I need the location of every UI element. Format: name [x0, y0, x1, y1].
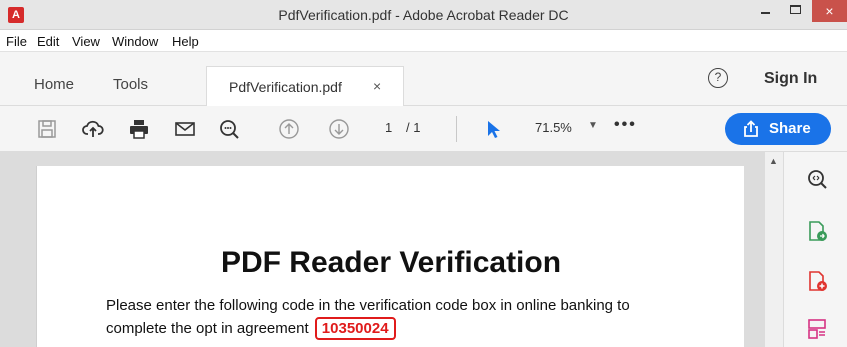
- upload-cloud-icon[interactable]: [82, 118, 104, 140]
- document-text-line-2-text: complete the opt in agreement: [106, 320, 309, 337]
- select-cursor-icon[interactable]: [482, 118, 504, 140]
- tab-bar: Home Tools PdfVerification.pdf × ? Sign …: [0, 52, 847, 106]
- document-heading: PDF Reader Verification: [220, 246, 562, 279]
- share-icon: [744, 120, 758, 137]
- close-tab-icon[interactable]: ×: [373, 78, 381, 94]
- toolbar-divider: [456, 116, 457, 142]
- window-title: PdfVerification.pdf - Adobe Acrobat Read…: [278, 7, 569, 23]
- title-bar: A PdfVerification.pdf - Adobe Acrobat Re…: [0, 0, 847, 30]
- page-number-input[interactable]: 1: [385, 120, 392, 135]
- menu-edit[interactable]: Edit: [37, 34, 59, 49]
- document-text-line-2: complete the opt in agreement 10350024: [106, 317, 396, 340]
- verification-code: 10350024: [314, 317, 396, 340]
- page-up-icon[interactable]: [278, 118, 300, 140]
- menu-file[interactable]: File: [6, 34, 27, 49]
- chevron-down-icon[interactable]: ▼: [588, 120, 598, 131]
- pdf-page: PDF Reader Verification Please enter the…: [36, 166, 744, 347]
- document-viewport[interactable]: PDF Reader Verification Please enter the…: [0, 152, 764, 347]
- create-pdf-icon[interactable]: [806, 270, 828, 292]
- zoom-level-dropdown[interactable]: 71.5%: [535, 120, 572, 135]
- print-icon[interactable]: [128, 118, 150, 140]
- scroll-up-arrow-icon[interactable]: ▲: [769, 156, 778, 166]
- menu-bar: File Edit View Window Help: [0, 30, 847, 52]
- maximize-icon: [790, 5, 801, 14]
- page-total: / 1: [406, 120, 421, 135]
- minimize-button[interactable]: [752, 0, 779, 22]
- save-icon[interactable]: [36, 118, 58, 140]
- menu-view[interactable]: View: [72, 34, 100, 49]
- right-tools-panel: [783, 152, 847, 347]
- email-icon[interactable]: [174, 118, 196, 140]
- sign-in-button[interactable]: Sign In: [764, 70, 817, 88]
- tab-home[interactable]: Home: [34, 76, 74, 93]
- tab-document[interactable]: PdfVerification.pdf ×: [206, 66, 404, 106]
- tab-document-label: PdfVerification.pdf: [229, 79, 342, 95]
- toolbar: 1 / 1 71.5% ▼ ••• Share: [0, 106, 847, 152]
- close-window-button[interactable]: ×: [812, 0, 847, 22]
- page-down-icon[interactable]: [328, 118, 350, 140]
- share-label: Share: [769, 120, 811, 137]
- zoom-search-icon[interactable]: [218, 118, 240, 140]
- help-icon[interactable]: ?: [708, 68, 728, 88]
- zoom-icon[interactable]: [806, 168, 828, 190]
- document-text-line-1: Please enter the following code in the v…: [106, 297, 630, 314]
- tab-tools[interactable]: Tools: [113, 76, 148, 93]
- organize-pages-icon[interactable]: [806, 318, 828, 340]
- vertical-scrollbar[interactable]: ▲: [764, 152, 783, 347]
- maximize-button[interactable]: [782, 0, 809, 22]
- share-button[interactable]: Share: [725, 113, 831, 145]
- export-pdf-icon[interactable]: [806, 220, 828, 242]
- more-tools-icon[interactable]: •••: [614, 116, 637, 134]
- menu-window[interactable]: Window: [112, 34, 158, 49]
- menu-help[interactable]: Help: [172, 34, 199, 49]
- minimize-icon: [761, 12, 770, 14]
